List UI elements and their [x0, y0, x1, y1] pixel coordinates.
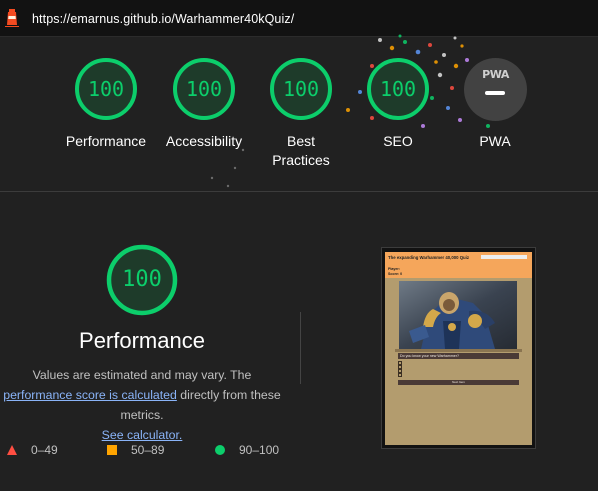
screenshot-score-label: Score: 0	[388, 272, 403, 276]
legend-fail: 0–49	[7, 442, 58, 458]
performance-title: Performance	[79, 328, 205, 353]
gauge-score-value: 100	[87, 77, 125, 101]
screenshot-option	[398, 365, 448, 369]
section-divider	[0, 191, 598, 192]
screenshot-player-label: Player:	[388, 267, 400, 271]
pwa-badge-text: PWA	[482, 68, 509, 81]
legend-pass-label: 90–100	[239, 443, 280, 457]
legend-fail-label: 0–49	[31, 443, 58, 457]
pwa-gauge[interactable]: PWA	[464, 58, 527, 121]
legend-average: 50–89	[107, 442, 164, 458]
legend-pass: 90–100	[215, 442, 279, 458]
screenshot-option	[398, 369, 448, 373]
screenshot-page: The expanding Warhammer 40,000 Quiz Play…	[385, 252, 532, 445]
screenshot-name-input	[481, 255, 527, 259]
gauge-label-best-practices[interactable]: Best Practices	[266, 132, 336, 170]
lighthouse-icon	[5, 9, 19, 27]
gauge-accessibility[interactable]: 100	[172, 57, 236, 121]
fail-triangle-icon	[7, 445, 17, 455]
gauge-score-value: 100	[282, 77, 320, 101]
screenshot-title: The expanding Warhammer 40,000 Quiz	[388, 255, 470, 260]
legend-average-label: 50–89	[131, 443, 165, 457]
pass-circle-icon	[215, 445, 225, 455]
gauge-best-practices[interactable]: 100	[269, 57, 333, 121]
screenshot-next-button: Next Item	[398, 380, 519, 385]
gauge-label-accessibility[interactable]: Accessibility	[154, 132, 254, 151]
gauge-label-performance[interactable]: Performance	[56, 132, 156, 151]
performance-description: Values are estimated and may vary. The p…	[0, 365, 284, 445]
vertical-divider	[300, 312, 301, 384]
see-calculator-link[interactable]: See calculator.	[102, 428, 183, 442]
screenshot-header: The expanding Warhammer 40,000 Quiz Play…	[385, 252, 532, 278]
gauge-label-seo[interactable]: SEO	[348, 132, 448, 151]
average-square-icon	[107, 445, 117, 455]
report-url[interactable]: https://emarnus.github.io/Warhammer40kQu…	[32, 12, 294, 26]
screenshot-question: Do you know your new Warhammer?	[398, 353, 519, 359]
gauge-seo[interactable]: 100	[366, 57, 430, 121]
score-calculated-link[interactable]: performance score is calculated	[3, 388, 177, 402]
gauge-performance[interactable]: 100	[74, 57, 138, 121]
pwa-label[interactable]: PWA	[445, 132, 545, 151]
gauge-score-value: 100	[185, 77, 223, 101]
screenshot-image-caption	[395, 349, 522, 352]
report-url-bar: https://emarnus.github.io/Warhammer40kQu…	[0, 0, 598, 37]
performance-score-value: 100	[122, 267, 162, 292]
desc-text-1: Values are estimated and may vary. The	[32, 368, 252, 382]
gauge-score-value: 100	[379, 77, 417, 101]
screenshot-option	[398, 373, 448, 377]
performance-score-gauge: 100	[106, 244, 178, 316]
final-screenshot[interactable]: The expanding Warhammer 40,000 Quiz Play…	[381, 247, 536, 449]
pwa-dash-icon	[485, 91, 505, 95]
screenshot-option	[398, 361, 448, 365]
screenshot-space-marine-image	[399, 281, 517, 349]
